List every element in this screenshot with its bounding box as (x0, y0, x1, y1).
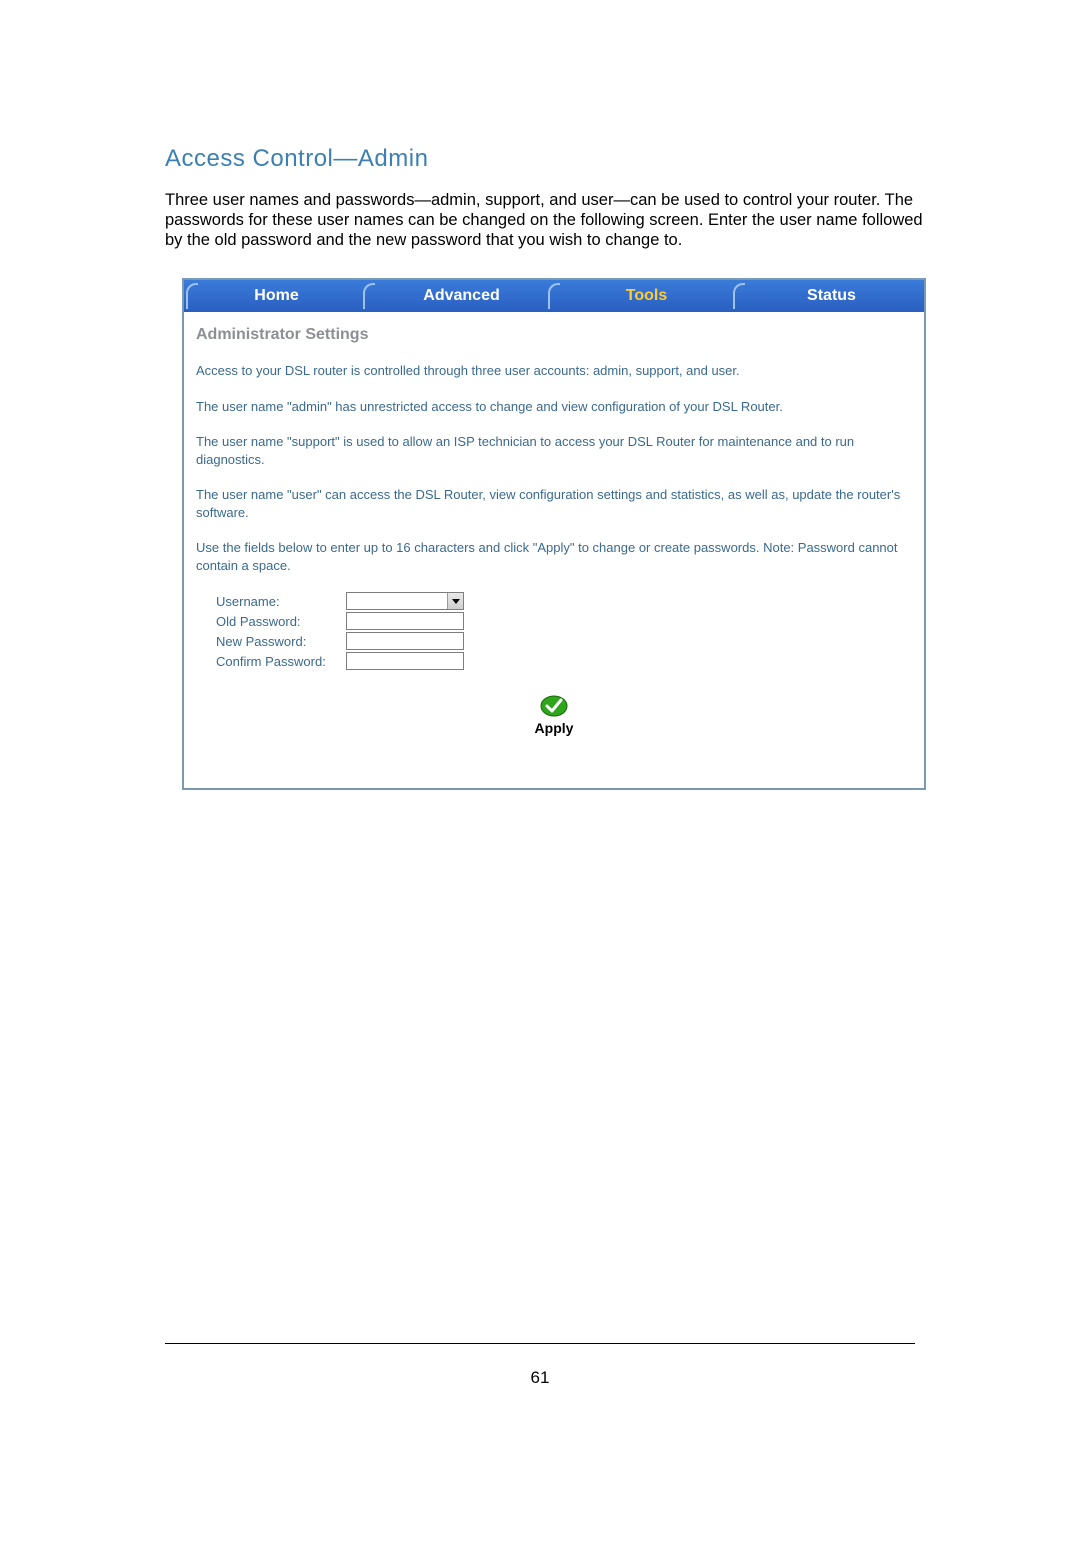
panel-text-3: The user name "support" is used to allow… (196, 433, 912, 468)
tab-tools[interactable]: Tools (554, 280, 739, 312)
panel-text-2: The user name "admin" has unrestricted a… (196, 398, 912, 416)
label-new-password: New Password: (216, 634, 346, 649)
tab-strip: Home Advanced Tools Status (184, 280, 924, 312)
document-page: Access Control—Admin Three user names an… (0, 0, 1080, 1564)
tab-home[interactable]: Home (184, 280, 369, 312)
footer-rule (165, 1343, 915, 1344)
apply-label: Apply (535, 720, 574, 736)
label-confirm-password: Confirm Password: (216, 654, 346, 669)
admin-settings-panel: Administrator Settings Access to your DS… (184, 312, 924, 746)
row-old-password: Old Password: (196, 612, 912, 630)
panel-text-4: The user name "user" can access the DSL … (196, 486, 912, 521)
checkmark-icon (539, 694, 569, 718)
username-select[interactable] (346, 592, 464, 610)
intro-paragraph: Three user names and passwords—admin, su… (165, 190, 925, 250)
router-ui-screenshot: Home Advanced Tools Status Administrator… (182, 278, 926, 790)
old-password-input[interactable] (346, 612, 464, 630)
label-username: Username: (216, 594, 346, 609)
page-number: 61 (0, 1368, 1080, 1388)
confirm-password-input[interactable] (346, 652, 464, 670)
tab-status[interactable]: Status (739, 280, 924, 312)
tab-advanced[interactable]: Advanced (369, 280, 554, 312)
panel-title: Administrator Settings (196, 326, 912, 344)
panel-text-1: Access to your DSL router is controlled … (196, 362, 912, 380)
new-password-input[interactable] (346, 632, 464, 650)
section-heading: Access Control—Admin (165, 145, 428, 173)
row-new-password: New Password: (196, 632, 912, 650)
row-username: Username: (196, 592, 912, 610)
apply-button[interactable]: Apply (535, 694, 574, 736)
panel-text-5: Use the fields below to enter up to 16 c… (196, 539, 912, 574)
row-confirm-password: Confirm Password: (196, 652, 912, 670)
label-old-password: Old Password: (216, 614, 346, 629)
apply-block: Apply (196, 694, 912, 738)
